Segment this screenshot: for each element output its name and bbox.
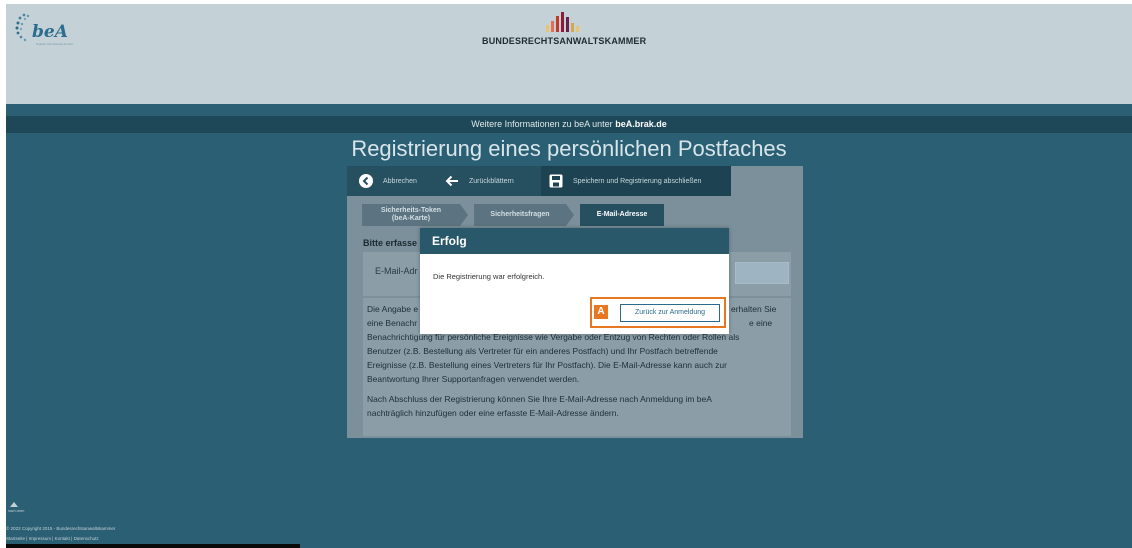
text-line: eine Benachr — [367, 318, 418, 328]
text-line: nachträglich hinzufügen oder eine erfass… — [367, 408, 619, 418]
step-label: Sicherheitsfragen — [490, 211, 550, 218]
step-label: Sicherheits-Token — [380, 207, 442, 214]
page: beA Digitale Schnittstelle Anwalt BUNDES… — [6, 4, 1132, 548]
brak-bars-icon — [482, 12, 642, 32]
step-arrow — [460, 204, 468, 226]
email-label: E-Mail-Adr — [375, 266, 418, 276]
info-text: Weitere Informationen zu beA unter — [471, 119, 613, 129]
email-field[interactable] — [735, 262, 789, 284]
text-line: e eine — [749, 318, 773, 328]
step-email-address: E-Mail-Adresse — [580, 204, 664, 226]
info-link[interactable]: beA.brak.de — [615, 119, 667, 129]
cancel-label: Abbrechen — [383, 177, 417, 185]
footer-link-contact[interactable]: Kontakt — [55, 536, 70, 541]
bea-logo[interactable]: beA Digitale Schnittstelle Anwalt — [14, 12, 78, 46]
info-bar: Weitere Informationen zu beA unter beA.b… — [6, 116, 1132, 133]
back-to-login-button[interactable]: Zurück zur Anmeldung — [620, 304, 720, 322]
footer-link-home[interactable]: Startseite — [6, 536, 25, 541]
text-line: Beantwortung Ihrer Supportanfragen verwe… — [367, 374, 580, 384]
footer-link-imprint[interactable]: Impressum — [29, 536, 51, 541]
bea-logo-text: beA — [32, 22, 68, 42]
step-label: E-Mail-Adresse — [596, 211, 648, 218]
footer: nach oben © 2022 Copyright 2015 - Bundes… — [6, 486, 206, 548]
header: beA Digitale Schnittstelle Anwalt BUNDES… — [6, 4, 1132, 104]
footer-links: Startseite | Impressum | Kontakt | Daten… — [6, 536, 99, 541]
step-label-sub: (beA-Karte) — [391, 215, 431, 222]
footer-link-privacy[interactable]: Datenschutz — [74, 536, 99, 541]
brak-logo: BUNDESRECHTSANWALTSKAMMER — [482, 12, 647, 46]
text-line: Nach Abschluss der Registrierung können … — [367, 394, 712, 404]
brak-name: BUNDESRECHTSANWALTSKAMMER — [482, 36, 647, 46]
back-label: Zurückblättern — [469, 177, 514, 185]
save-icon — [549, 174, 563, 188]
arrow-left-icon — [445, 174, 459, 188]
dialog-title: Erfolg — [420, 228, 729, 254]
text-line: Ereignisse (z.B. Bestellung eines Vertre… — [367, 360, 727, 370]
scroll-up-label: nach oben — [8, 509, 25, 513]
text-line: erhalten Sie — [731, 304, 777, 314]
step-security-token: Sicherheits-Token (beA-Karte) — [362, 204, 460, 226]
arrow-left-circle-icon — [359, 174, 373, 188]
text-line: Die Angabe e — [367, 304, 419, 314]
bottom-strip — [6, 544, 300, 548]
back-button[interactable]: Zurückblättern — [445, 166, 514, 196]
success-dialog: Erfolg Die Registrierung war erfolgreich… — [420, 228, 729, 334]
annotation-badge: A — [594, 305, 608, 319]
form-heading: Bitte erfasse — [363, 238, 418, 248]
toolbar: Abbrechen Zurückblättern Speichern und R… — [347, 166, 731, 196]
save-label: Speichern und Registrierung abschließen — [573, 177, 702, 185]
cancel-button[interactable]: Abbrechen — [359, 166, 417, 196]
text-line: Benutzer (z.B. Bestellung als Vertreter … — [367, 346, 718, 356]
step-security-questions: Sicherheitsfragen — [474, 204, 566, 226]
bea-logo-tagline: Digitale Schnittstelle Anwalt — [36, 42, 73, 46]
dialog-message: Die Registrierung war erfolgreich. — [433, 272, 545, 281]
scroll-up-icon[interactable] — [10, 502, 18, 507]
save-finish-button[interactable]: Speichern und Registrierung abschließen — [541, 166, 731, 196]
page-title: Registrierung eines persönlichen Postfac… — [351, 136, 787, 161]
step-arrow — [566, 204, 574, 226]
copyright: © 2022 Copyright 2015 - Bundesrechtsanwa… — [6, 526, 116, 531]
